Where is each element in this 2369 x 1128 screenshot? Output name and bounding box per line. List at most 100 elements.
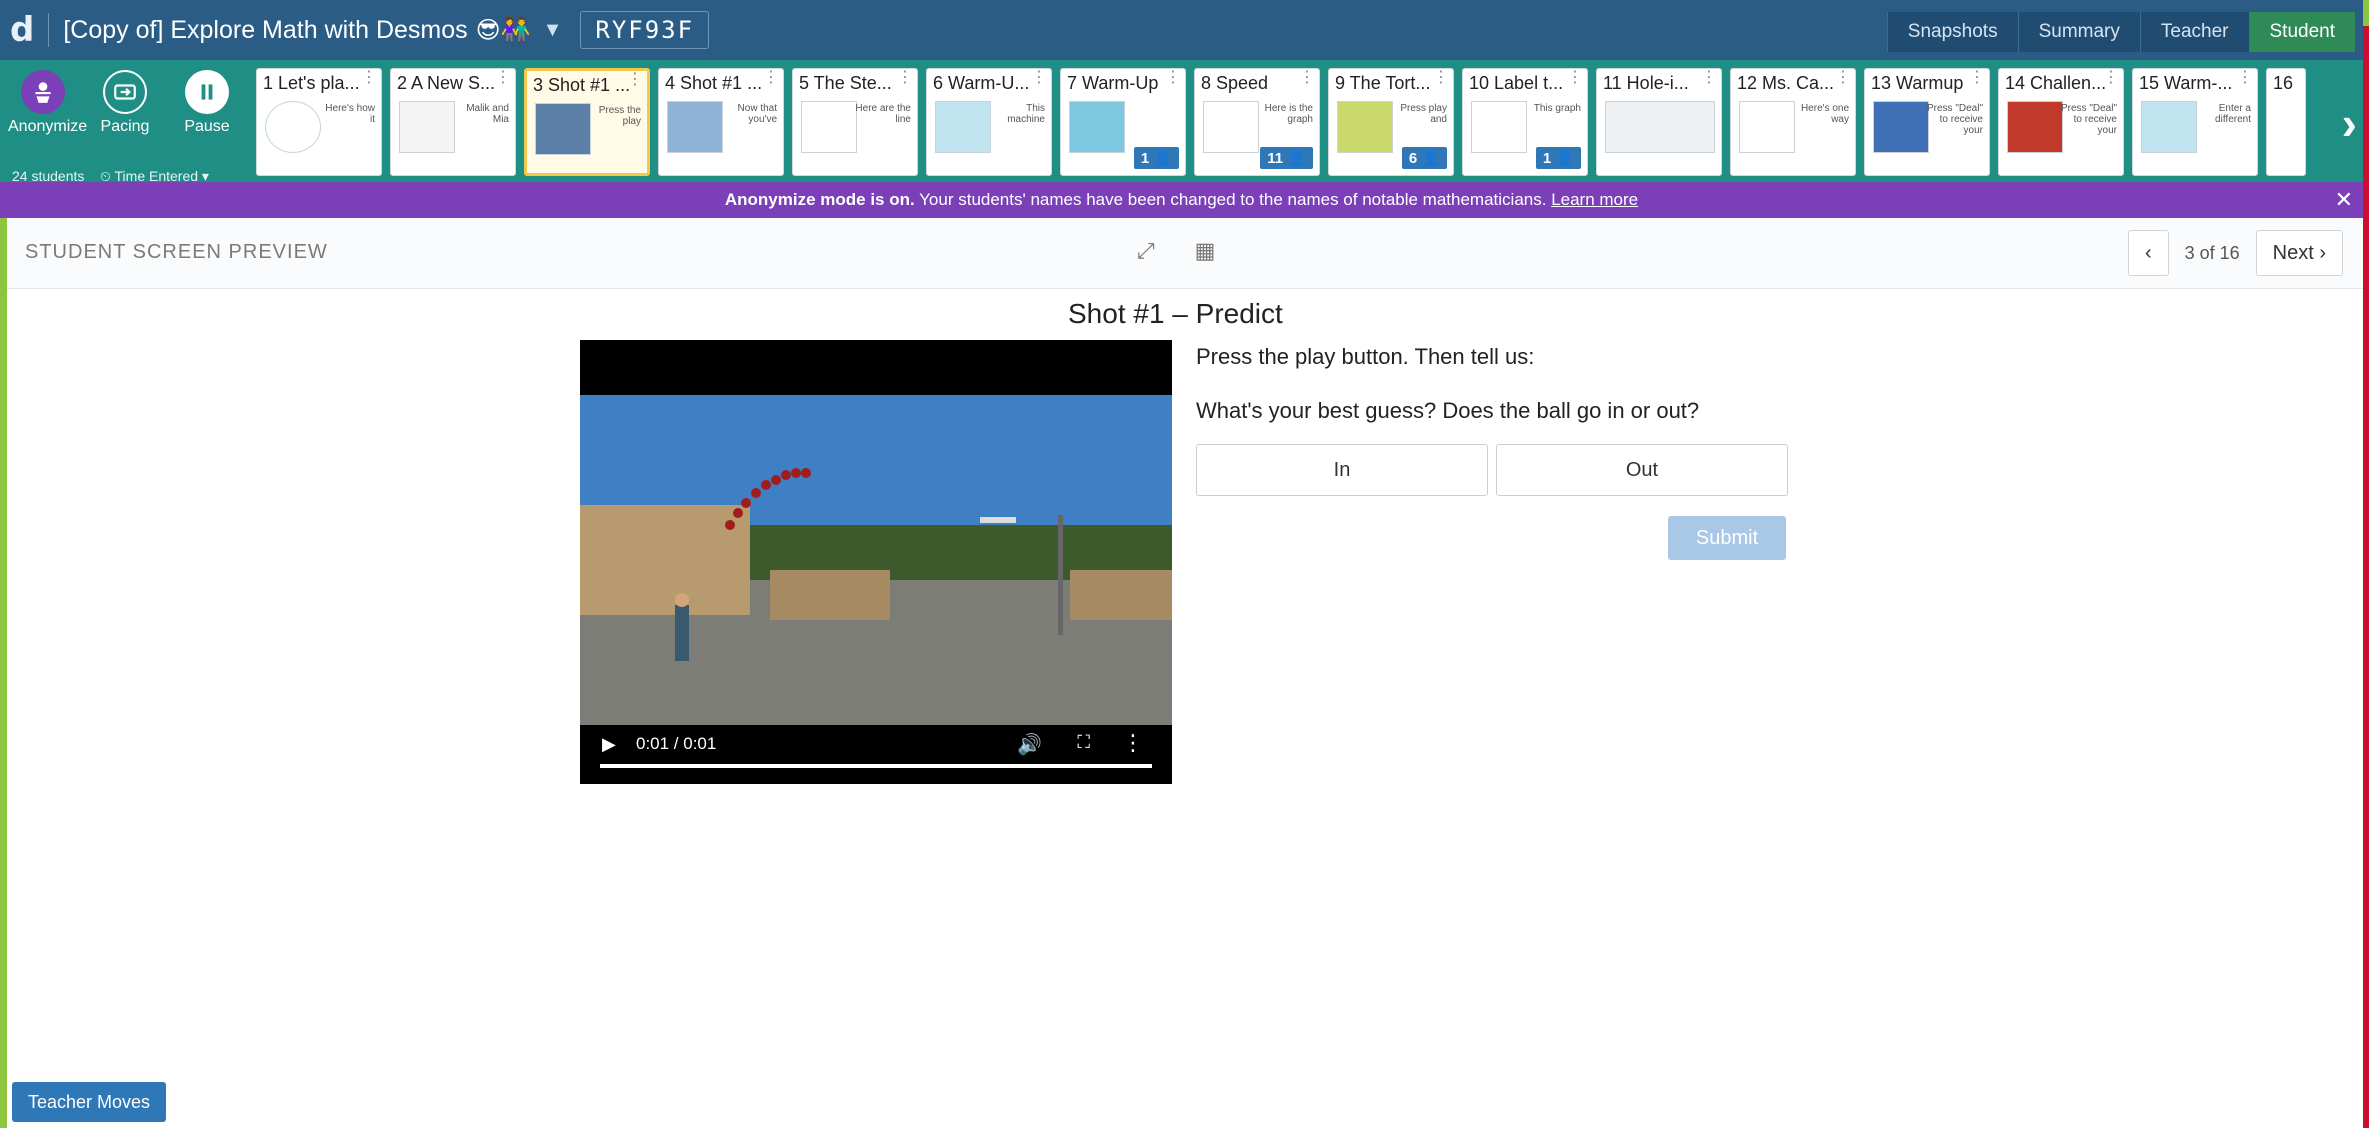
response-count-badge: 11 👤 [1260, 147, 1313, 169]
screen-pager: ‹ 3 of 16 Next › [2127, 230, 2343, 276]
screen-card-10[interactable]: 10 Label t... ⋮ This graph 1 👤 [1462, 68, 1588, 176]
calculator-icon[interactable]: ▦ [1195, 238, 1216, 264]
prompt-instruction: Press the play button. Then tell us: [1196, 344, 1535, 369]
screen-card-12[interactable]: 12 Ms. Ca... ⋮ Here's one way [1730, 68, 1856, 176]
activity-title[interactable]: [Copy of] Explore Math with Desmos [63, 16, 467, 45]
anonymize-control[interactable]: Anonymize [8, 70, 87, 136]
screen-card-14[interactable]: 14 Challen... ⋮ Press "Deal" to receive … [1998, 68, 2124, 176]
pacing-label: Pacing [100, 118, 150, 135]
screen-card-title: 5 The Ste... [799, 73, 892, 93]
response-count-badge: 6 👤 [1401, 147, 1447, 169]
screen-card-title: 3 Shot #1 ... [533, 75, 631, 95]
screen-thumbnail [399, 101, 455, 153]
screen-menu-icon[interactable]: ⋮ [1701, 70, 1717, 86]
screen-menu-icon[interactable]: ⋮ [897, 70, 913, 86]
video-progress-bar[interactable] [600, 764, 1152, 768]
screen-menu-icon[interactable]: ⋮ [627, 72, 643, 88]
screen-menu-icon[interactable]: ⋮ [1835, 70, 1851, 86]
screen-thumbnail [2141, 101, 2197, 153]
screen-menu-icon[interactable]: ⋮ [763, 70, 779, 86]
volume-icon[interactable]: 🔊 [1017, 732, 1042, 757]
screen-card-title: 4 Shot #1 ... [665, 73, 763, 93]
prompt-question: What's your best guess? Does the ball go… [1196, 398, 1700, 423]
screen-menu-icon[interactable]: ⋮ [1031, 70, 1047, 86]
screen-card-title: 11 Hole-i... [1603, 73, 1689, 93]
next-screen-button[interactable]: Next › [2255, 230, 2343, 276]
tab-snapshots[interactable]: Snapshots [1886, 12, 2018, 52]
screen-card-8[interactable]: 8 Speed ⋮ Here is the graph 11 👤 [1194, 68, 1320, 176]
anonymize-icon[interactable] [21, 70, 65, 114]
screen-list: 1 Let's pla... ⋮ Here's how it 2 A New S… [256, 68, 2314, 176]
teacher-controls: Anonymize Pacing Pause 24 students ⏲ Tim… [8, 70, 248, 184]
screen-menu-icon[interactable]: ⋮ [1433, 70, 1449, 86]
screen-snippet: Here's one way [1800, 103, 1849, 125]
screen-card-9[interactable]: 9 The Tort... ⋮ Press play and 6 👤 [1328, 68, 1454, 176]
class-code[interactable]: RYF93F [580, 11, 710, 49]
frame-left-accent [0, 60, 7, 1128]
tab-teacher[interactable]: Teacher [2139, 12, 2249, 52]
screen-card-11[interactable]: 11 Hole-i... ⋮ [1596, 68, 1722, 176]
view-tabs: Snapshots Summary Teacher Student [1886, 12, 2355, 52]
choice-out-button[interactable]: Out [1496, 444, 1788, 496]
preview-tools: ⤢ ▦ [1137, 238, 1215, 264]
banner-strong: Anonymize mode is on. [724, 190, 915, 209]
screen-snippet: Press play and [1400, 103, 1447, 125]
tab-summary[interactable]: Summary [2017, 12, 2140, 52]
screen-thumbnail [1739, 101, 1795, 153]
screen-menu-icon[interactable]: ⋮ [1969, 70, 1985, 86]
screen-card-title: 6 Warm-U... [933, 73, 1030, 93]
screen-card-title: 14 Challen... [2005, 73, 2105, 93]
pause-control[interactable]: Pause [172, 70, 242, 136]
screen-menu-icon[interactable]: ⋮ [2237, 70, 2253, 86]
play-icon[interactable]: ▶ [602, 734, 616, 755]
screen-card-13[interactable]: 13 Warmup ⋮ Press "Deal" to receive your [1864, 68, 1990, 176]
screen-menu-icon[interactable]: ⋮ [1567, 70, 1583, 86]
screen-thumbnail [1605, 101, 1715, 153]
pacing-icon[interactable] [103, 70, 147, 114]
screen-snippet: Here are the line [855, 103, 911, 125]
screen-card-title: 12 Ms. Ca... [1737, 73, 1835, 93]
desmos-logo[interactable]: d [10, 10, 34, 50]
fullscreen-icon[interactable]: ⛶ [1077, 732, 1090, 753]
pacing-control[interactable]: Pacing [90, 70, 160, 136]
screen-menu-icon[interactable]: ⋮ [2103, 70, 2119, 86]
video-player[interactable]: ▶ 0:01 / 0:01 🔊 ⛶ ⋮ [580, 340, 1172, 784]
top-bar: d [Copy of] Explore Math with Desmos 😎👫 … [0, 0, 2363, 60]
more-options-icon[interactable]: ⋮ [1122, 730, 1144, 756]
graph-thumbnail [1203, 101, 1259, 153]
graph-thumbnail [1471, 101, 1527, 153]
pause-label: Pause [184, 118, 230, 135]
screen-card-2[interactable]: 2 A New S... ⋮ Malik and Mia [390, 68, 516, 176]
expand-icon[interactable]: ⤢ [1137, 238, 1155, 264]
screen-menu-icon[interactable]: ⋮ [361, 70, 377, 86]
screen-card-7[interactable]: 7 Warm-Up ⋮ 1 👤 [1060, 68, 1186, 176]
learn-more-link[interactable]: Learn more [1551, 190, 1638, 209]
screen-menu-icon[interactable]: ⋮ [495, 70, 511, 86]
screen-card-15[interactable]: 15 Warm-... ⋮ Enter a different [2132, 68, 2258, 176]
screen-card-title: 1 Let's pla... [263, 73, 360, 93]
screen-card-6[interactable]: 6 Warm-U... ⋮ This machine [926, 68, 1052, 176]
tab-student[interactable]: Student [2248, 12, 2355, 52]
screen-card-3[interactable]: 3 Shot #1 ... ⋮ Press the play [524, 68, 650, 176]
submit-button[interactable]: Submit [1668, 516, 1786, 560]
screen-snippet: Here's how it [325, 103, 375, 125]
screen-card-title: 10 Label t... [1469, 73, 1564, 93]
screen-card-1[interactable]: 1 Let's pla... ⋮ Here's how it [256, 68, 382, 176]
pause-icon[interactable] [185, 70, 229, 114]
screen-menu-icon[interactable]: ⋮ [1299, 70, 1315, 86]
scroll-screens-right-icon[interactable]: › [2342, 96, 2357, 150]
screen-title: Shot #1 – Predict [1068, 298, 1283, 329]
previous-screen-button[interactable]: ‹ [2127, 230, 2169, 276]
choice-in-button[interactable]: In [1196, 444, 1488, 496]
screen-card-title: 7 Warm-Up [1067, 73, 1159, 93]
screen-card-4[interactable]: 4 Shot #1 ... ⋮ Now that you've [658, 68, 784, 176]
teacher-moves-button[interactable]: Teacher Moves [12, 1082, 167, 1122]
preview-label: STUDENT SCREEN PREVIEW [25, 241, 328, 263]
screen-card-5[interactable]: 5 The Ste... ⋮ Here are the line [792, 68, 918, 176]
screen-snippet: Press "Deal" to receive your [1927, 103, 1984, 136]
title-dropdown-icon[interactable]: ▼ [543, 19, 563, 42]
close-banner-icon[interactable]: ✕ [2335, 182, 2353, 218]
screen-menu-icon[interactable]: ⋮ [1165, 70, 1181, 86]
screen-card-16[interactable]: 16 [2266, 68, 2306, 176]
screen-snippet: Enter a different [2215, 103, 2251, 125]
